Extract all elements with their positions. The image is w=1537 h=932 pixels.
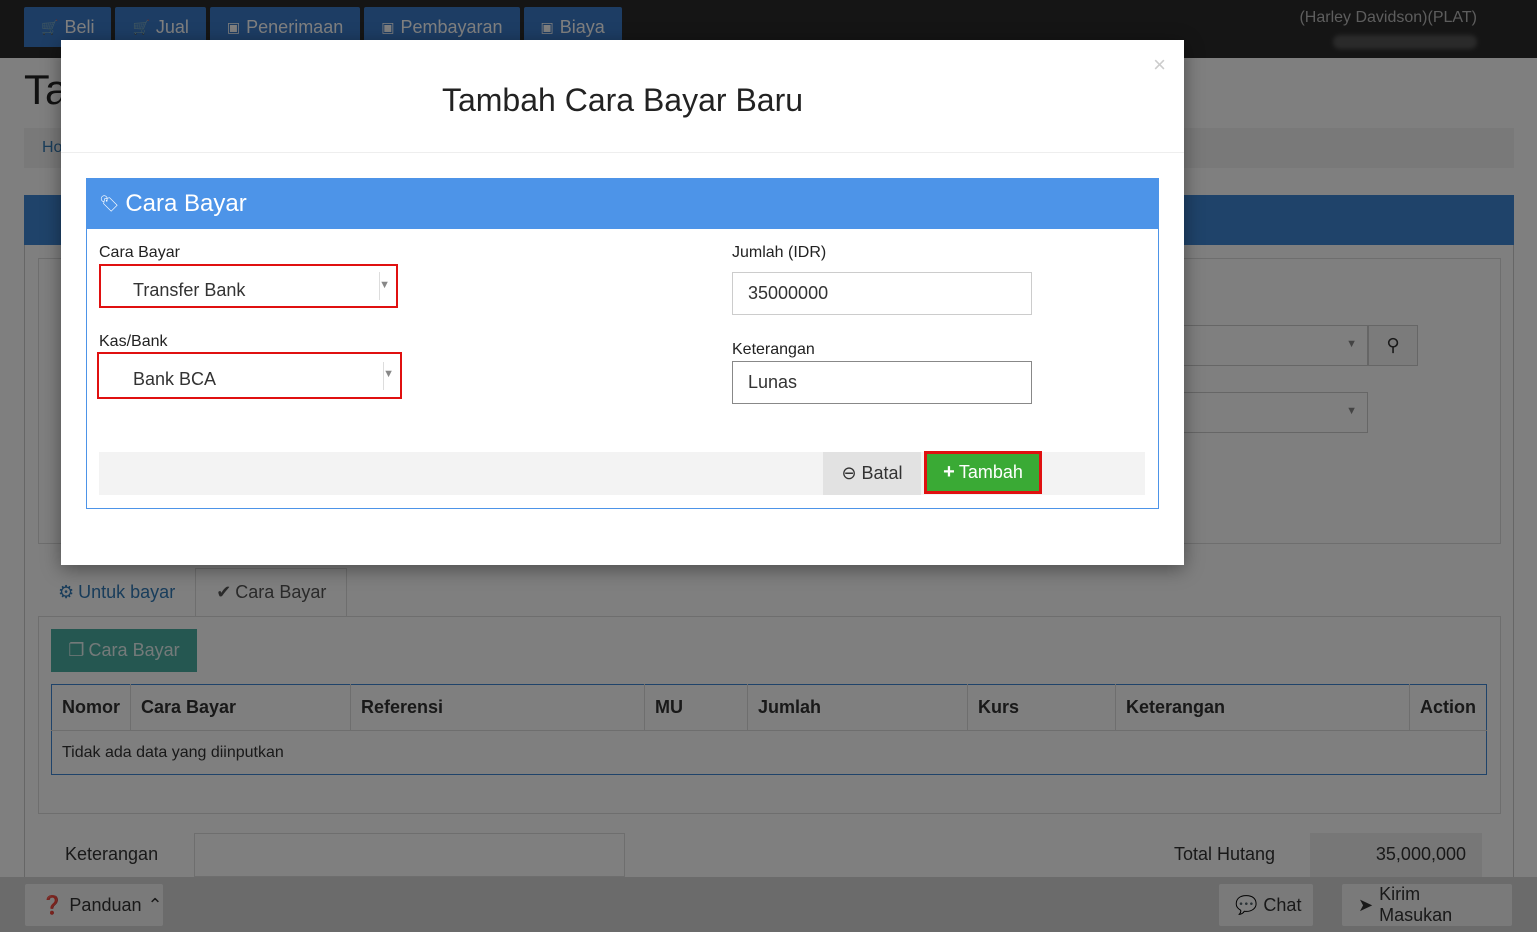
keterangan-input[interactable]: Lunas — [732, 361, 1032, 404]
cara-bayar-label: Cara Bayar — [99, 244, 180, 261]
jumlah-label: Jumlah (IDR) — [732, 244, 827, 261]
close-icon[interactable]: × — [1153, 52, 1166, 78]
add-payment-modal: Tambah Cara Bayar Baru × 🏷 Cara Bayar Ca… — [61, 40, 1184, 565]
jumlah-input[interactable]: 35000000 — [732, 272, 1032, 315]
tambah-button[interactable]: + Tambah — [924, 451, 1042, 494]
batal-button[interactable]: ⊖ Batal — [823, 452, 921, 495]
cara-bayar-select[interactable]: Transfer Bank ▼ — [99, 264, 398, 308]
cara-bayar-panel: 🏷 Cara Bayar Cara Bayar Transfer Bank ▼ … — [86, 178, 1159, 509]
modal-header: Tambah Cara Bayar Baru × — [61, 40, 1184, 153]
modal-title: Tambah Cara Bayar Baru — [441, 82, 804, 118]
chevron-down-icon: ▼ — [379, 279, 390, 291]
plus-icon: + — [943, 461, 955, 483]
kas-bank-select[interactable]: Bank BCA ▼ — [97, 352, 402, 399]
tag-icon: 🏷 — [99, 196, 120, 213]
chevron-down-icon: ▼ — [383, 368, 394, 380]
panel-header: 🏷 Cara Bayar — [87, 179, 1158, 229]
arrow-circle-left-icon: ⊖ — [841, 463, 857, 483]
keterangan-label: Keterangan — [732, 341, 815, 358]
kas-bank-label: Kas/Bank — [99, 333, 168, 350]
modal-actions: ⊖ Batal + Tambah — [99, 451, 1145, 495]
